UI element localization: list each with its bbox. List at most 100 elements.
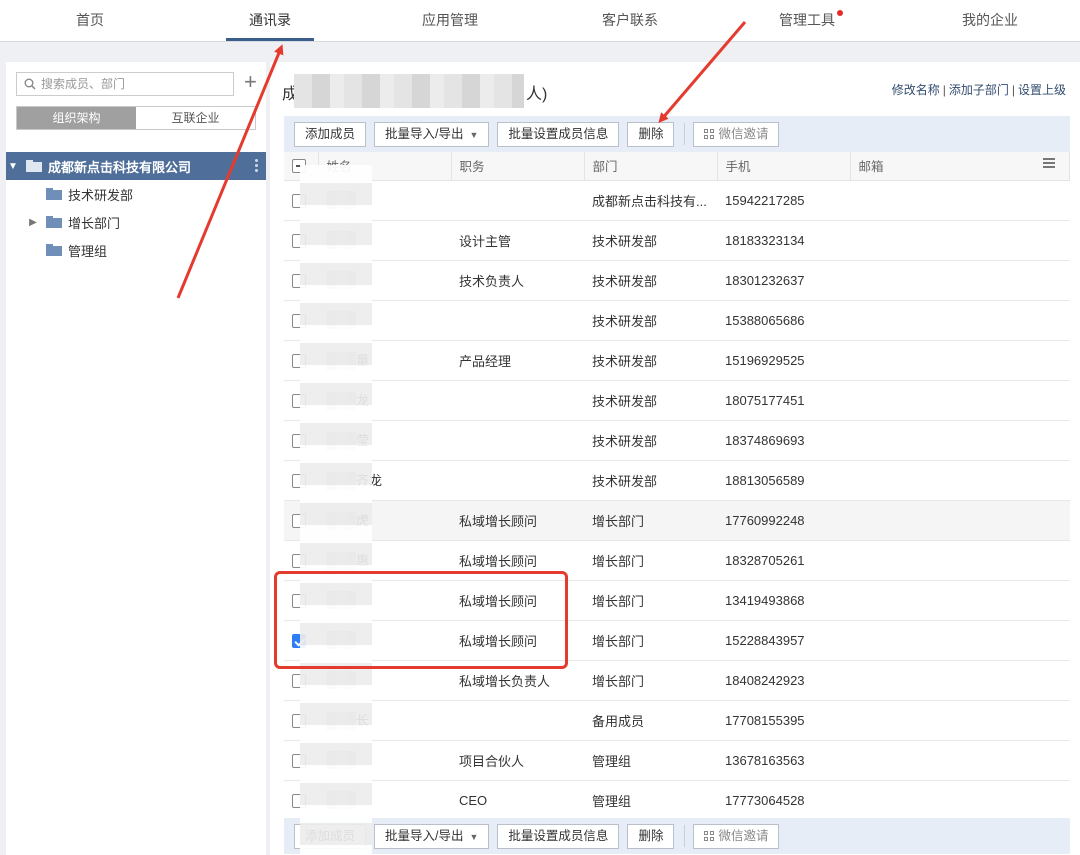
segment-linked-enterprise[interactable]: 互联企业: [136, 107, 255, 129]
row-checkbox[interactable]: [292, 633, 306, 648]
member-table: 姓名 职务 部门 手机 邮箱 成都新点击科技有... 15942217285 设计主…: [284, 152, 1070, 821]
tab-management-tools[interactable]: 管理工具: [720, 0, 900, 41]
row-checkbox[interactable]: [292, 353, 306, 368]
wechat-invite-button[interactable]: 微信邀请: [693, 121, 780, 147]
cell-phone: 18301232637: [717, 260, 850, 301]
table-row[interactable]: 齐龙 技术研发部 18813056589: [284, 460, 1070, 501]
search-box[interactable]: [16, 72, 234, 96]
table-row[interactable]: 成都新点击科技有... 15942217285: [284, 180, 1070, 221]
cell-title: [451, 460, 584, 501]
cell-email: [850, 380, 1070, 421]
add-subdept-link[interactable]: 添加子部门: [949, 83, 1009, 97]
cell-email: [850, 620, 1070, 661]
tree-node-management[interactable]: 管理组: [6, 236, 266, 264]
table-row[interactable]: 私域增长负责人 增长部门 18408242923: [284, 660, 1070, 701]
table-row[interactable]: 技术负责人 技术研发部 18301232637: [284, 260, 1070, 301]
row-checkbox[interactable]: [292, 753, 306, 768]
row-checkbox[interactable]: [292, 393, 306, 408]
search-input[interactable]: [41, 77, 231, 91]
table-row[interactable]: CEO 管理组 17773064528: [284, 780, 1070, 821]
tree-node-root[interactable]: ▼ 成都新点击科技有限公司: [6, 152, 266, 180]
caret-down-icon[interactable]: ▼: [6, 161, 20, 172]
batch-set-button[interactable]: 批量设置成员信息: [497, 823, 620, 849]
cell-title: [451, 380, 584, 421]
cell-dept: 增长部门: [584, 660, 717, 701]
main-panel: 成 人) 修改名称 | 添加子部门 | 设置上级 添加成员 批量导入/导出 ▼ 批量设置成…: [270, 62, 1080, 855]
col-name[interactable]: 姓名: [318, 152, 452, 181]
row-checkbox[interactable]: [292, 553, 306, 568]
select-all-checkbox[interactable]: [292, 159, 306, 174]
table-row[interactable]: 长 备用成员 17708155395: [284, 700, 1070, 741]
cell-email: [850, 180, 1070, 221]
cell-email: [850, 580, 1070, 621]
add-icon[interactable]: +: [244, 70, 257, 94]
cell-phone: 18183323134: [717, 220, 850, 261]
column-settings-icon[interactable]: [1043, 158, 1055, 169]
cell-email: [850, 220, 1070, 261]
folder-icon: [46, 244, 62, 256]
batch-set-button[interactable]: 批量设置成员信息: [497, 121, 620, 147]
table-row[interactable]: 量产品经理 技术研发部 15196929525: [284, 340, 1070, 381]
row-checkbox[interactable]: [292, 793, 306, 808]
cell-name: [318, 780, 451, 821]
tree-node-growth-dept[interactable]: ▶ 增长部门: [6, 208, 266, 236]
col-phone[interactable]: 手机: [717, 152, 851, 181]
table-row[interactable]: 技术研发部 15388065686: [284, 300, 1070, 341]
redacted-name: [326, 231, 356, 249]
row-checkbox[interactable]: [292, 513, 306, 528]
row-checkbox[interactable]: [292, 193, 306, 208]
import-export-button[interactable]: 批量导入/导出 ▼: [374, 121, 490, 147]
import-export-button[interactable]: 批量导入/导出 ▼: [374, 823, 490, 849]
row-checkbox[interactable]: [292, 673, 306, 688]
table-row[interactable]: 莹 技术研发部 18374869693: [284, 420, 1070, 461]
tree-node-tech-dept[interactable]: 技术研发部: [6, 180, 266, 208]
table-row[interactable]: 龙 技术研发部 18075177451: [284, 380, 1070, 421]
tab-app-management[interactable]: 应用管理: [360, 0, 540, 41]
tab-customer-contact[interactable]: 客户联系: [540, 0, 720, 41]
cell-email: [850, 260, 1070, 301]
table-row[interactable]: 惠私域增长顾问 增长部门 18328705261: [284, 540, 1070, 581]
row-checkbox[interactable]: [292, 433, 306, 448]
set-parent-link[interactable]: 设置上级: [1018, 83, 1066, 97]
more-options-icon[interactable]: [255, 159, 258, 173]
redacted-name: [326, 432, 356, 451]
row-checkbox[interactable]: [292, 313, 306, 328]
col-email[interactable]: 邮箱: [850, 152, 1070, 181]
redacted-name: [326, 472, 356, 491]
cell-dept: 技术研发部: [584, 220, 717, 261]
row-checkbox[interactable]: [292, 713, 306, 728]
redacted-name: [326, 751, 356, 769]
add-member-button[interactable]: 添加成员: [294, 121, 367, 147]
cell-phone: 17708155395: [717, 700, 850, 741]
cell-phone: 17773064528: [717, 780, 850, 821]
delete-button[interactable]: 删除: [627, 823, 675, 849]
folder-icon: [46, 188, 62, 200]
redacted-name: [326, 671, 356, 689]
add-member-button[interactable]: 添加成员: [294, 823, 367, 849]
row-checkbox[interactable]: [292, 233, 306, 248]
tab-contacts[interactable]: 通讯录: [180, 0, 360, 41]
row-checkbox[interactable]: [292, 273, 306, 288]
cell-name: [318, 740, 451, 781]
cell-name: 齐龙: [318, 460, 451, 501]
dropdown-arrow-icon: ▼: [469, 831, 479, 842]
row-checkbox[interactable]: [292, 473, 306, 488]
table-row[interactable]: 虎私域增长顾问 增长部门 17760992248: [284, 500, 1070, 541]
table-row[interactable]: 项目合伙人 管理组 13678163563: [284, 740, 1070, 781]
tab-my-enterprise[interactable]: 我的企业: [900, 0, 1080, 41]
cell-name: [318, 220, 451, 261]
col-dept[interactable]: 部门: [584, 152, 718, 181]
redacted-name: [326, 352, 356, 371]
caret-right-icon[interactable]: ▶: [26, 217, 40, 228]
segment-org-structure[interactable]: 组织架构: [17, 107, 136, 129]
table-row[interactable]: 私域增长顾问 增长部门 13419493868: [284, 580, 1070, 621]
row-checkbox[interactable]: [292, 593, 306, 608]
delete-button[interactable]: 删除: [627, 121, 675, 147]
col-title[interactable]: 职务: [451, 152, 585, 181]
table-row[interactable]: 设计主管 技术研发部 18183323134: [284, 220, 1070, 261]
rename-link[interactable]: 修改名称: [892, 83, 940, 97]
wechat-invite-button[interactable]: 微信邀请: [693, 823, 780, 849]
table-row[interactable]: 私域增长顾问 增长部门 15228843957: [284, 620, 1070, 661]
cell-title: [451, 700, 584, 741]
tab-home[interactable]: 首页: [0, 0, 180, 41]
